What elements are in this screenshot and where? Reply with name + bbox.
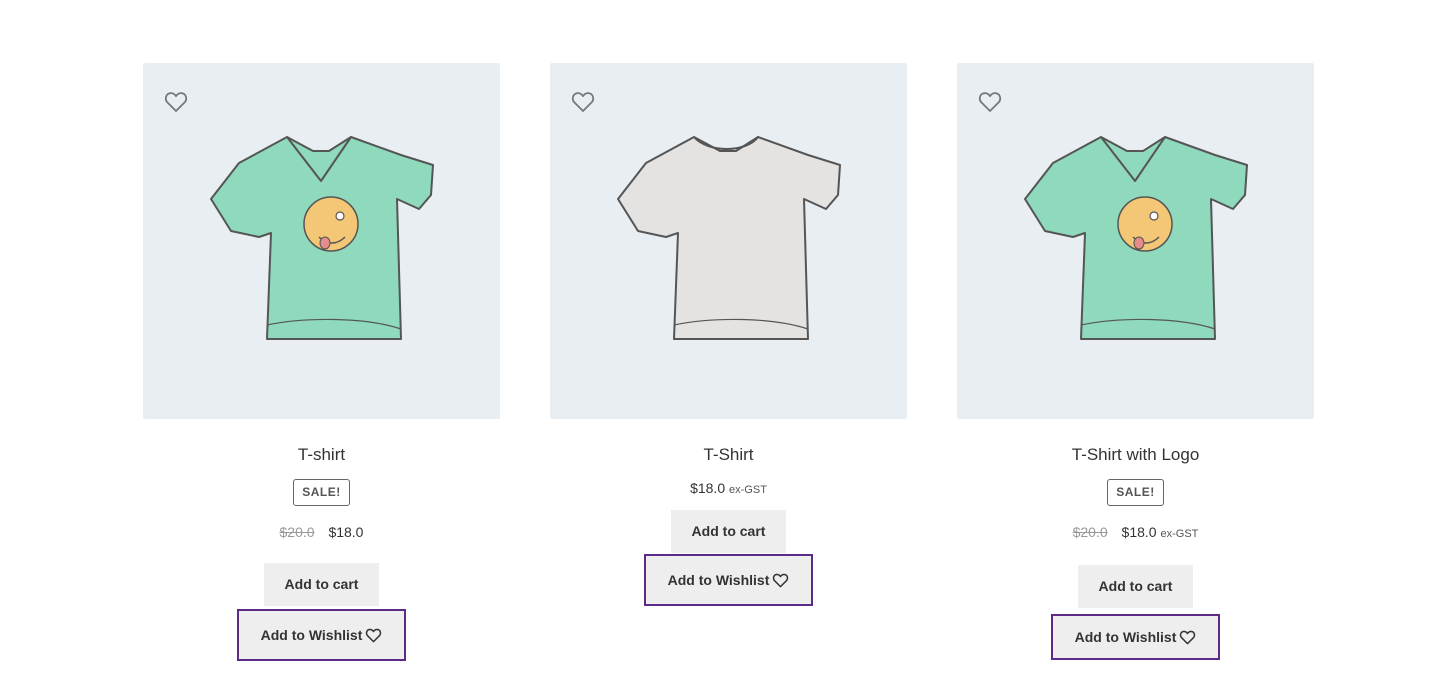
heart-icon[interactable] [164,91,188,113]
add-to-cart-button[interactable]: Add to cart [263,563,380,606]
tshirt-image [210,136,434,340]
product-title[interactable]: T-Shirt [550,445,907,465]
old-price: $20.0 [1072,524,1108,540]
sale-badge: SALE! [293,479,350,506]
old-price: $20.0 [279,524,315,540]
current-price: $18.0 [1121,524,1157,540]
price: $18.0 ex-GST [550,479,907,499]
tax-label: ex-GST [1160,528,1199,540]
add-to-wishlist-label: Add to Wishlist [260,627,363,643]
add-to-wishlist-label: Add to Wishlist [1074,629,1177,645]
price: $20.0 $18.0 [143,523,500,541]
product-image[interactable] [957,63,1314,419]
add-to-wishlist-button[interactable]: Add to Wishlist [643,554,814,606]
add-to-wishlist-label: Add to Wishlist [667,572,770,588]
product-card: T-shirt SALE! $20.0 $18.0 Add to cart Ad… [143,63,500,661]
sale-badge: SALE! [1107,479,1164,506]
product-image[interactable] [550,63,907,419]
product-image[interactable] [143,63,500,419]
add-to-wishlist-button[interactable]: Add to Wishlist [1050,614,1221,660]
product-card: T-Shirt $18.0 ex-GST Add to cart Add to … [550,63,907,606]
heart-icon [773,573,789,587]
add-to-cart-button[interactable]: Add to cart [1077,565,1194,608]
product-title[interactable]: T-Shirt with Logo [957,445,1314,465]
product-card: T-Shirt with Logo SALE! $20.0 $18.0 ex-G… [957,63,1314,660]
tax-label: ex-GST [729,484,767,496]
tshirt-image [1024,136,1248,340]
add-to-wishlist-button[interactable]: Add to Wishlist [236,609,407,661]
heart-icon [366,628,382,642]
tshirt-image [617,136,841,340]
heart-icon[interactable] [978,91,1002,113]
heart-icon[interactable] [571,91,595,113]
current-price: $18.0 [328,524,364,540]
add-to-cart-button[interactable]: Add to cart [670,510,787,553]
price: $20.0 $18.0 ex-GST [957,523,1314,543]
current-price: $18.0 [690,480,726,496]
product-title[interactable]: T-shirt [143,445,500,465]
heart-icon [1180,630,1196,644]
